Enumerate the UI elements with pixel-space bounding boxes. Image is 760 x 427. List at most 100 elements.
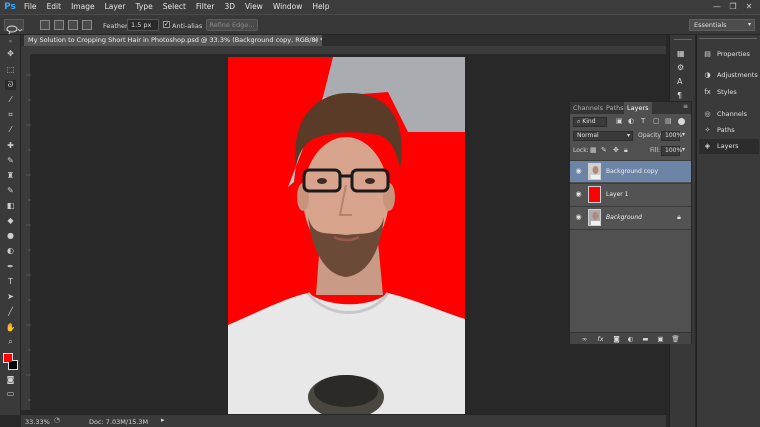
eraser-tool-icon[interactable]: ◧ <box>5 201 16 211</box>
marquee-tool-icon[interactable]: ⬚ <box>5 65 16 75</box>
history-brush-tool-icon[interactable]: ✎ <box>5 186 16 196</box>
properties-panel-icon[interactable]: ⚙ <box>677 63 684 72</box>
dock-grip[interactable] <box>674 39 692 46</box>
shape-filter-icon[interactable]: ▢ <box>653 117 660 125</box>
intersect-selection-icon[interactable] <box>82 20 92 30</box>
panel-list-grip[interactable] <box>699 38 757 42</box>
vertical-ruler[interactable] <box>21 55 31 410</box>
close-icon[interactable]: × <box>314 35 319 46</box>
new-selection-icon[interactable] <box>40 20 50 30</box>
character-panel-icon[interactable]: A <box>677 77 682 86</box>
menu-layer[interactable]: Layer <box>100 0 131 14</box>
adjustment-filter-icon[interactable]: ◐ <box>628 117 634 125</box>
panel-item-paths[interactable]: ✧ Paths <box>699 123 759 138</box>
document-tab[interactable]: My Solution to Cropping Short Hair in Ph… <box>24 35 322 46</box>
pen-tool-icon[interactable]: ✒ <box>5 262 16 272</box>
dodge-tool-icon[interactable]: ◐ <box>5 246 16 256</box>
filter-toggle-icon[interactable] <box>678 118 685 125</box>
add-selection-icon[interactable] <box>54 20 64 30</box>
eyedropper-tool-icon[interactable]: ⁄ <box>5 125 16 135</box>
horizontal-ruler[interactable] <box>31 46 666 61</box>
layer-name[interactable]: Layer 1 <box>606 184 628 206</box>
quick-mask-icon[interactable]: ◙ <box>5 375 16 385</box>
lock-position-icon[interactable]: ✥ <box>613 146 619 154</box>
panel-item-channels[interactable]: ◎ Channels <box>699 107 759 122</box>
layer-style-icon[interactable]: fx <box>596 335 605 343</box>
close-window-button[interactable]: ✕ <box>742 0 756 14</box>
clone-stamp-tool-icon[interactable]: ♜ <box>5 171 16 181</box>
pixel-filter-icon[interactable]: ▣ <box>616 117 623 125</box>
menu-help[interactable]: Help <box>307 0 334 14</box>
screen-mode-icon[interactable]: ▭ <box>5 389 16 399</box>
type-filter-icon[interactable]: T <box>641 117 645 125</box>
document-canvas[interactable] <box>228 57 465 414</box>
path-selection-tool-icon[interactable]: ➤ <box>5 292 16 302</box>
add-mask-icon[interactable]: ◙ <box>612 335 621 343</box>
quick-selection-tool-icon[interactable]: ⁄ <box>5 95 16 105</box>
paint-bucket-tool-icon[interactable]: ◆ <box>5 216 16 226</box>
move-tool-icon[interactable]: ✥ <box>5 49 16 59</box>
visibility-eye-icon[interactable]: ◉ <box>574 190 583 199</box>
menu-filter[interactable]: Filter <box>191 0 220 14</box>
link-layers-icon[interactable]: ∞ <box>580 335 589 343</box>
type-tool-icon[interactable]: T <box>5 277 16 287</box>
panel-item-properties[interactable]: ▤ Properties <box>699 47 759 62</box>
panel-item-layers[interactable]: ◈ Layers <box>699 139 759 154</box>
zoom-tool-icon[interactable]: ⌕ <box>5 337 16 347</box>
adjustment-layer-icon[interactable]: ◐ <box>626 335 635 343</box>
panel-item-adjustments[interactable]: ◑ Adjustments <box>699 68 759 83</box>
subtract-selection-icon[interactable] <box>68 20 78 30</box>
tool-preset-picker[interactable] <box>4 19 24 35</box>
layer-row-background-copy[interactable]: ◉ Background copy <box>570 160 691 182</box>
feather-input[interactable]: 1.5 px <box>127 19 159 31</box>
collapse-icon[interactable]: » <box>5 37 16 47</box>
hand-tool-icon[interactable]: ✋ <box>5 323 16 333</box>
status-arrow-icon[interactable]: ▸ <box>161 416 165 424</box>
visibility-eye-icon[interactable]: ◉ <box>574 167 583 176</box>
lasso-tool-icon[interactable]: ᘐ <box>5 80 16 90</box>
paragraph-panel-icon[interactable]: ¶ <box>677 91 682 100</box>
status-circle-icon[interactable]: ◔ <box>54 416 60 424</box>
opacity-input[interactable]: 100% <box>661 131 682 141</box>
tab-channels[interactable]: Channels <box>570 102 606 114</box>
antialias-checkbox[interactable]: ✓ <box>163 21 170 28</box>
lock-transparency-icon[interactable]: ▦ <box>590 146 597 154</box>
menu-window[interactable]: Window <box>268 0 308 14</box>
refine-edge-button[interactable]: Refine Edge... <box>206 19 258 31</box>
zoom-level[interactable]: 33.33% <box>25 418 50 426</box>
new-layer-icon[interactable]: ▣ <box>656 335 665 343</box>
brush-tool-icon[interactable]: ✎ <box>5 156 16 166</box>
panel-item-styles[interactable]: fx Styles <box>699 85 759 100</box>
workspace-select[interactable]: Essentials ▾ <box>689 19 755 31</box>
crop-tool-icon[interactable]: ⌗ <box>5 110 16 120</box>
history-panel-icon[interactable]: ▦ <box>677 49 685 58</box>
menu-image[interactable]: Image <box>66 0 100 14</box>
menu-3d[interactable]: 3D <box>219 0 240 14</box>
restore-button[interactable]: ❐ <box>726 0 740 14</box>
layer-name[interactable]: Background copy <box>606 161 658 183</box>
menu-type[interactable]: Type <box>131 0 158 14</box>
new-group-icon[interactable]: ▬ <box>641 335 650 343</box>
panel-menu-icon[interactable]: ≡ <box>683 103 688 110</box>
layer-row-layer-1[interactable]: ◉ Layer 1 <box>570 183 691 205</box>
delete-layer-icon[interactable]: 🗑︎ <box>671 335 680 343</box>
minimize-button[interactable]: — <box>710 0 724 14</box>
smart-object-filter-icon[interactable]: ▤ <box>665 117 672 125</box>
line-tool-icon[interactable]: ╱ <box>5 307 16 317</box>
menu-view[interactable]: View <box>240 0 268 14</box>
lock-pixels-icon[interactable]: ✎ <box>601 146 607 154</box>
menu-edit[interactable]: Edit <box>42 0 67 14</box>
menu-select[interactable]: Select <box>158 0 191 14</box>
layer-row-background[interactable]: ◉ Background 🔒︎ <box>570 206 691 228</box>
menu-file[interactable]: File <box>19 0 42 14</box>
blur-tool-icon[interactable]: ● <box>5 231 16 241</box>
layer-name[interactable]: Background <box>606 207 642 229</box>
fill-input[interactable]: 100% <box>661 146 682 156</box>
visibility-eye-icon[interactable]: ◉ <box>574 213 583 222</box>
fill-slider-toggle[interactable]: ▾ <box>682 146 685 153</box>
healing-brush-tool-icon[interactable]: ✚ <box>5 141 16 151</box>
opacity-slider-toggle[interactable]: ▾ <box>682 131 685 138</box>
kind-filter-select[interactable]: ⌕ Kind <box>573 117 607 127</box>
blend-mode-select[interactable]: Normal ▾ <box>573 131 633 141</box>
tab-layers[interactable]: Layers <box>624 102 652 114</box>
